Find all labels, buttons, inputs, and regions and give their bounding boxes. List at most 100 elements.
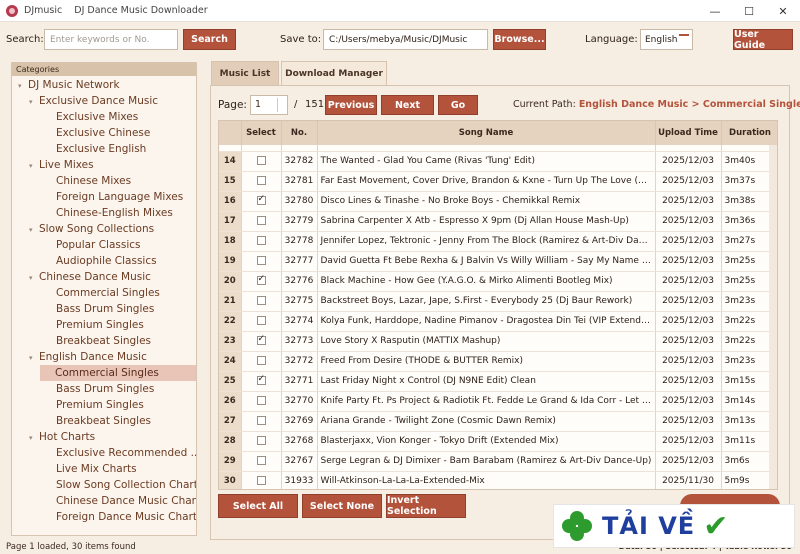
tab-download-manager[interactable]: Download Manager bbox=[281, 61, 387, 85]
select-checkbox[interactable] bbox=[256, 436, 266, 445]
sidebar-item[interactable]: Exclusive Mixes bbox=[56, 109, 138, 125]
table-row[interactable]: 19 32777 David Guetta Ft Bebe Rexha & J Ba… bbox=[219, 251, 777, 272]
table-row[interactable]: 23 32773Love Story X Rasputin (MATTIX Mas… bbox=[219, 331, 777, 352]
page-number-input[interactable]: 1 bbox=[250, 95, 288, 115]
select-cell[interactable] bbox=[241, 471, 282, 489]
chevron-down-icon[interactable]: ▾ bbox=[29, 222, 39, 238]
select-checkbox[interactable] bbox=[256, 156, 266, 165]
go-button[interactable]: Go bbox=[438, 95, 478, 115]
select-cell[interactable] bbox=[241, 291, 282, 312]
header-duration[interactable]: Duration bbox=[721, 121, 777, 145]
sidebar-item[interactable]: ▾ Live Mixes bbox=[29, 157, 94, 173]
close-icon[interactable]: ✕ bbox=[766, 0, 800, 22]
sidebar-item[interactable]: Exclusive English bbox=[56, 141, 146, 157]
select-cell[interactable] bbox=[241, 171, 282, 192]
sidebar-item[interactable]: Slow Song Collection Charts bbox=[56, 477, 196, 493]
sidebar-item[interactable]: Popular Classics bbox=[56, 237, 141, 253]
select-cell[interactable] bbox=[241, 351, 282, 372]
select-cell[interactable] bbox=[241, 231, 282, 252]
select-all-button[interactable]: Select All bbox=[218, 494, 298, 518]
sidebar-item[interactable]: Live Mix Charts bbox=[56, 461, 137, 477]
sidebar-item[interactable]: Breakbeat Singles bbox=[56, 413, 151, 429]
select-cell[interactable] bbox=[241, 331, 282, 352]
header-select[interactable]: Select bbox=[241, 121, 282, 145]
select-checkbox[interactable] bbox=[256, 194, 266, 205]
select-checkbox[interactable] bbox=[256, 334, 266, 345]
select-checkbox[interactable] bbox=[256, 374, 266, 385]
header-upload-time[interactable]: Upload Time bbox=[655, 121, 722, 145]
sidebar-item[interactable]: Chinese-English Mixes bbox=[56, 205, 173, 221]
sidebar-item[interactable]: Breakbeat Singles bbox=[56, 333, 151, 349]
table-row[interactable]: 18 32778 Jennifer Lopez, Tektronic - Jenny… bbox=[219, 231, 777, 252]
sidebar-item[interactable]: Exclusive Recommended ... bbox=[56, 445, 196, 461]
sidebar-item[interactable]: ▾ English Dance Music bbox=[29, 349, 147, 365]
table-row[interactable]: 29 32767 Serge Legran & DJ Dimixer - Bam B… bbox=[219, 451, 777, 472]
chevron-down-icon[interactable]: ▾ bbox=[18, 78, 28, 94]
select-checkbox[interactable] bbox=[256, 476, 266, 485]
select-checkbox[interactable] bbox=[256, 274, 266, 285]
table-row[interactable]: 30 31933 Will-Atkinson-La-La-La-Extended-M… bbox=[219, 471, 777, 489]
header-no[interactable]: No. bbox=[281, 121, 318, 145]
maximize-icon[interactable]: ☐ bbox=[732, 0, 766, 22]
sidebar-item[interactable]: Chinese Mixes bbox=[56, 173, 131, 189]
language-select[interactable]: English bbox=[640, 29, 693, 50]
select-checkbox[interactable] bbox=[256, 296, 266, 305]
chevron-down-icon[interactable]: ▾ bbox=[29, 158, 39, 174]
invert-selection-button[interactable]: Invert Selection bbox=[386, 494, 466, 518]
select-checkbox[interactable] bbox=[256, 176, 266, 185]
select-cell[interactable] bbox=[241, 391, 282, 412]
table-row[interactable]: 21 32775 Backstreet Boys, Lazar, Jape, S.F… bbox=[219, 291, 777, 312]
select-cell[interactable] bbox=[241, 411, 282, 432]
user-guide-button[interactable]: User Guide bbox=[733, 29, 793, 51]
select-cell[interactable] bbox=[241, 271, 282, 292]
search-input[interactable] bbox=[44, 29, 178, 50]
table-row[interactable]: 26 32770 Knife Party Ft. Ps Project & Radi… bbox=[219, 391, 777, 412]
table-row[interactable]: 28 32768 Blasterjaxx, Vion Konger - Tokyo … bbox=[219, 431, 777, 452]
select-cell[interactable] bbox=[241, 211, 282, 232]
sidebar-item[interactable]: ▾ Chinese Dance Music bbox=[29, 269, 151, 285]
sidebar-item[interactable]: Exclusive Chinese bbox=[56, 125, 150, 141]
chevron-down-icon[interactable]: ▾ bbox=[29, 350, 39, 366]
select-checkbox[interactable] bbox=[256, 256, 266, 265]
tab-music-list[interactable]: Music List bbox=[211, 61, 279, 85]
sidebar-item[interactable]: ▾ DJ Music Network bbox=[18, 77, 120, 93]
table-row[interactable]: 27 32769 Ariana Grande - Twilight Zone (Co… bbox=[219, 411, 777, 432]
chevron-down-icon[interactable]: ▾ bbox=[29, 94, 39, 110]
sidebar-item[interactable]: ▾ Exclusive Dance Music bbox=[29, 93, 158, 109]
table-row[interactable]: 22 32774 Kolya Funk, Harddope, Nadine Pima… bbox=[219, 311, 777, 332]
browse-button[interactable]: Browse... bbox=[493, 29, 546, 50]
sidebar-item[interactable]: ▾ Slow Song Collections bbox=[29, 221, 154, 237]
chevron-down-icon[interactable]: ▾ bbox=[29, 270, 39, 286]
select-checkbox[interactable] bbox=[256, 416, 266, 425]
select-checkbox[interactable] bbox=[256, 236, 266, 245]
select-checkbox[interactable] bbox=[256, 316, 266, 325]
chevron-down-icon[interactable]: ▾ bbox=[29, 430, 39, 446]
sidebar-item[interactable]: Premium Singles bbox=[56, 397, 144, 413]
sidebar-item[interactable]: Foreign Dance Music Charts bbox=[56, 509, 196, 525]
select-cell[interactable] bbox=[241, 151, 282, 172]
sidebar-item[interactable]: ▾ Hot Charts bbox=[29, 429, 95, 445]
previous-button[interactable]: Previous bbox=[325, 95, 377, 115]
save-path-input[interactable] bbox=[323, 29, 488, 50]
table-row[interactable]: 14 32782 The Wanted - Glad You Came (Rivas… bbox=[219, 151, 777, 172]
select-cell[interactable] bbox=[241, 251, 282, 272]
select-checkbox[interactable] bbox=[256, 456, 266, 465]
select-none-button[interactable]: Select None bbox=[302, 494, 382, 518]
select-checkbox[interactable] bbox=[256, 356, 266, 365]
sidebar-item[interactable]: Chinese Dance Music Charts bbox=[56, 493, 196, 509]
sidebar-item[interactable]: Premium Singles bbox=[56, 317, 144, 333]
sidebar-item[interactable]: Foreign Language Mixes bbox=[56, 189, 183, 205]
select-cell[interactable] bbox=[241, 371, 282, 392]
select-cell[interactable] bbox=[241, 431, 282, 452]
minimize-icon[interactable]: — bbox=[698, 0, 732, 22]
sidebar-item[interactable]: Commercial Singles bbox=[56, 285, 160, 301]
table-row[interactable]: 16 32780Disco Lines & Tinashe - No Broke … bbox=[219, 191, 777, 212]
table-row[interactable]: 20 32776Black Machine - How Gee (Y.A.G.O.… bbox=[219, 271, 777, 292]
select-checkbox[interactable] bbox=[256, 396, 266, 405]
select-checkbox[interactable] bbox=[256, 216, 266, 225]
sidebar-item[interactable]: Bass Drum Singles bbox=[56, 301, 154, 317]
select-cell[interactable] bbox=[241, 451, 282, 472]
sidebar-item[interactable]: Commercial Singles bbox=[40, 365, 196, 381]
spinner-icon[interactable] bbox=[277, 98, 285, 112]
search-button[interactable]: Search bbox=[183, 29, 236, 50]
